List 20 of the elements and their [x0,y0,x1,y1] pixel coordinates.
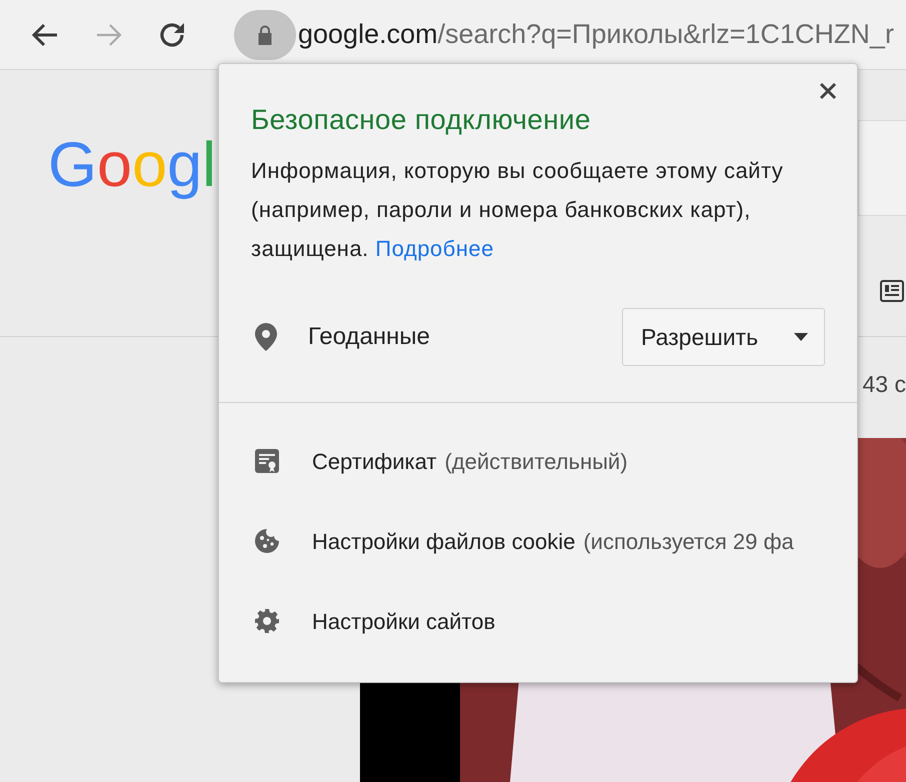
cookie-icon [254,528,280,554]
logo: Googl [48,134,216,197]
search-field[interactable] [858,120,906,216]
certificate-item[interactable]: Сертификат (действительный) [219,421,857,501]
permission-dropdown[interactable]: Разрешить [622,308,825,366]
popup-title: Безопасное подключение [251,103,591,137]
lock-button[interactable] [234,10,296,60]
news-icon [880,280,904,302]
result-stats: 43 с [862,370,906,399]
learn-more-link[interactable]: Подробнее [375,236,494,261]
settings-icon [254,608,280,634]
description-text: Информация, которую вы сообщаете этому сайту (например, пароли и номера банковских карт), защищена. Подробнее [251,157,784,263]
certificate-icon [254,448,280,474]
close-icon[interactable] [819,82,837,100]
cookie-settings-item[interactable]: Настройки файлов cookie (используется 29 фа [219,501,857,581]
permission-label: Геоданные [308,322,430,352]
location-pin-icon [255,323,277,351]
site-settings-item[interactable]: Настройки сайтов [219,581,857,661]
dropdown-caret-icon [794,333,808,341]
lock-icon [257,24,273,44]
